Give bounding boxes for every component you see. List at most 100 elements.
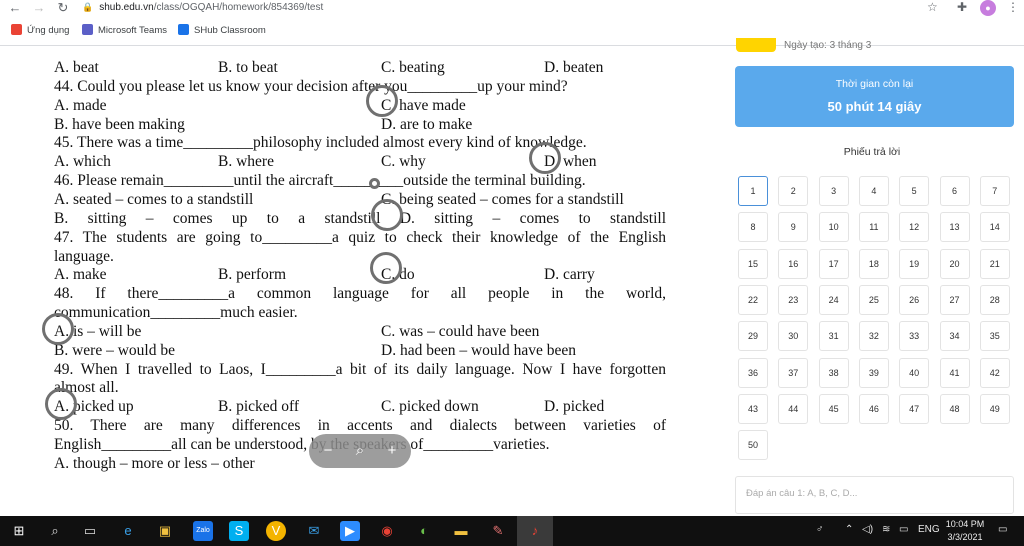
question-number-button[interactable]: 40 xyxy=(899,357,930,388)
question-number-button[interactable]: 43 xyxy=(738,393,768,424)
windows-start-icon[interactable]: ⊞ xyxy=(9,521,29,541)
active-app-icon[interactable]: ♪ xyxy=(525,521,545,541)
question-number-button[interactable]: 17 xyxy=(818,248,849,279)
question-number-button[interactable]: 18 xyxy=(858,248,889,279)
answer-option: C. being seated – comes for a standstill xyxy=(381,190,624,208)
question-number-button[interactable]: 50 xyxy=(738,430,768,461)
question-number-button[interactable]: 2 xyxy=(778,176,809,206)
forward-arrow-icon[interactable]: → xyxy=(30,0,48,16)
volume-icon[interactable]: ◁) xyxy=(862,524,873,535)
question-number-button[interactable]: 34 xyxy=(939,321,970,352)
address-bar[interactable]: 🔒 shub.edu.vn/class/OGQAH/homework/854369… xyxy=(82,0,323,16)
question-number-button[interactable]: 29 xyxy=(738,321,768,352)
question-number-button[interactable]: 10 xyxy=(818,212,849,243)
created-badge xyxy=(736,38,776,52)
skype-icon[interactable]: S xyxy=(229,521,249,541)
question-number-button[interactable]: 28 xyxy=(979,284,1010,315)
question-number-button[interactable]: 1 xyxy=(738,176,768,206)
zoom-icon[interactable]: ▶ xyxy=(340,521,360,541)
question-line: B. sitting – comes up to a standstill D.… xyxy=(54,209,666,227)
question-number-button[interactable]: 14 xyxy=(979,212,1010,243)
answer-option: D. carry xyxy=(544,266,595,284)
question-line: 45. There was a time_________philosophy … xyxy=(54,134,587,152)
question-number-button[interactable]: 45 xyxy=(818,393,849,424)
question-number-button[interactable]: 19 xyxy=(899,248,930,279)
question-number-button[interactable]: 31 xyxy=(818,321,849,352)
task-view-icon[interactable]: ▭ xyxy=(80,521,100,541)
answer-input[interactable]: Đáp án câu 1: A, B, C, D... xyxy=(735,476,1014,514)
question-number-button[interactable]: 13 xyxy=(939,212,970,243)
clock[interactable]: 10:04 PM 3/3/2021 xyxy=(940,518,990,544)
back-arrow-icon[interactable]: ← xyxy=(6,0,24,16)
question-number-button[interactable]: 37 xyxy=(778,357,809,388)
question-number-button[interactable]: 44 xyxy=(778,393,809,424)
question-number-button[interactable]: 22 xyxy=(738,284,768,315)
unikey-icon[interactable]: V xyxy=(266,521,286,541)
reload-icon[interactable]: ↻ xyxy=(54,0,72,16)
question-number-button[interactable]: 15 xyxy=(738,248,768,279)
menu-dots-icon[interactable]: ⋮ xyxy=(1007,0,1019,14)
question-number-button[interactable]: 27 xyxy=(939,284,970,315)
question-line: 47. The students are going to_________a … xyxy=(54,228,666,246)
question-number-button[interactable]: 3 xyxy=(818,176,849,206)
question-number-button[interactable]: 4 xyxy=(858,176,889,206)
notifications-icon[interactable]: ▭ xyxy=(998,524,1007,535)
app-icon[interactable]: ◐ xyxy=(414,521,434,541)
question-number-button[interactable]: 8 xyxy=(738,212,768,243)
bookmark-shub[interactable]: SHub Classroom xyxy=(178,22,266,40)
question-number-button[interactable]: 36 xyxy=(738,357,768,388)
clock-date: 3/3/2021 xyxy=(947,532,983,542)
zoom-search-icon[interactable]: ⌕ xyxy=(349,434,371,468)
bookmark-apps[interactable]: Ứng dụng xyxy=(11,22,69,40)
document-viewer[interactable]: A. beat B. to beat C. beating D. beaten 44. … xyxy=(0,46,720,516)
question-number-button[interactable]: 11 xyxy=(858,212,889,243)
question-number-button[interactable]: 25 xyxy=(858,284,889,315)
bookmark-star-icon[interactable]: ☆ xyxy=(927,0,938,14)
clock-time: 10:04 PM xyxy=(945,519,985,529)
question-number-button[interactable]: 46 xyxy=(858,393,889,424)
question-number-button[interactable]: 35 xyxy=(979,321,1010,352)
question-number-button[interactable]: 41 xyxy=(939,357,970,388)
paint-icon[interactable]: ✎ xyxy=(488,521,508,541)
tray-chevron-icon[interactable]: ⌃ xyxy=(845,524,853,535)
question-number-button[interactable]: 26 xyxy=(899,284,930,315)
question-number-button[interactable]: 24 xyxy=(818,284,849,315)
question-number-button[interactable]: 16 xyxy=(778,248,809,279)
file-explorer-icon[interactable]: ▬ xyxy=(451,521,471,541)
question-number-button[interactable]: 32 xyxy=(858,321,889,352)
question-number-button[interactable]: 47 xyxy=(899,393,930,424)
question-number-button[interactable]: 20 xyxy=(939,248,970,279)
question-number-button[interactable]: 42 xyxy=(979,357,1010,388)
people-icon[interactable]: ♂ xyxy=(816,524,824,535)
wifi-icon[interactable]: ≋ xyxy=(882,524,890,535)
mail-icon[interactable]: ✉ xyxy=(304,521,324,541)
question-number-button[interactable]: 49 xyxy=(979,393,1010,424)
zoom-in-button[interactable]: + xyxy=(381,434,403,468)
question-number-button[interactable]: 9 xyxy=(778,212,809,243)
question-number-button[interactable]: 33 xyxy=(899,321,930,352)
question-number-button[interactable]: 23 xyxy=(778,284,809,315)
question-number-button[interactable]: 21 xyxy=(979,248,1010,279)
store-icon[interactable]: ▣ xyxy=(155,521,175,541)
question-number-button[interactable]: 38 xyxy=(818,357,849,388)
question-number-button[interactable]: 12 xyxy=(899,212,930,243)
answer-option: B. to beat xyxy=(218,59,278,76)
question-number-button[interactable]: 30 xyxy=(778,321,809,352)
chrome-icon[interactable]: ◉ xyxy=(377,521,397,541)
pen-circle-mark xyxy=(370,252,402,284)
question-number-button[interactable]: 7 xyxy=(979,176,1010,206)
question-number-button[interactable]: 5 xyxy=(899,176,930,206)
created-label: Ngày tạo: 3 tháng 3 xyxy=(784,40,872,51)
edge-icon[interactable]: e xyxy=(118,521,138,541)
battery-icon[interactable]: ▭ xyxy=(899,524,908,535)
zalo-icon[interactable]: Zalo xyxy=(193,521,213,541)
question-number-button[interactable]: 39 xyxy=(858,357,889,388)
question-number-button[interactable]: 6 xyxy=(939,176,970,206)
question-number-button[interactable]: 48 xyxy=(939,393,970,424)
extensions-icon[interactable]: ✚ xyxy=(957,0,967,14)
bookmark-teams[interactable]: Microsoft Teams xyxy=(82,22,167,40)
search-icon[interactable]: ⌕ xyxy=(45,521,65,541)
profile-avatar[interactable]: ● xyxy=(980,0,996,16)
zoom-out-button[interactable]: − xyxy=(317,434,339,468)
language-indicator[interactable]: ENG xyxy=(918,524,940,535)
